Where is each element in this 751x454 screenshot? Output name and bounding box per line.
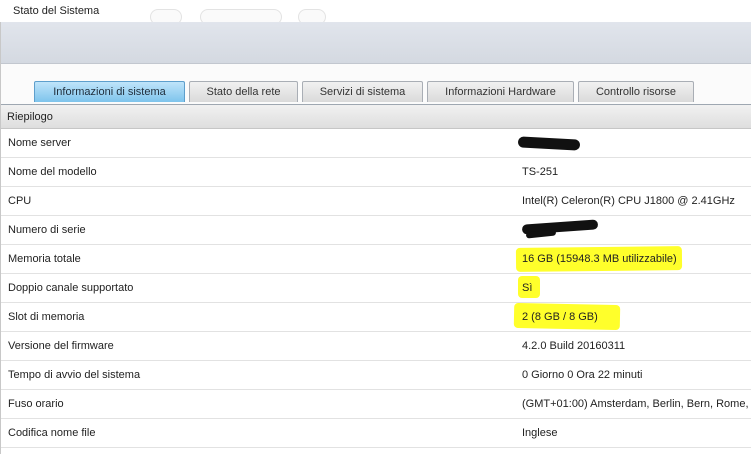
summary-table: Nome server Nome del modello TS-251 CPU … <box>1 129 751 448</box>
section-header-riepilogo: Riepilogo <box>1 105 751 129</box>
row-label: Slot di memoria <box>8 311 85 323</box>
row-value: Intel(R) Celeron(R) CPU J1800 @ 2.41GHz <box>522 195 735 207</box>
tab-servizi-di-sistema[interactable]: Servizi di sistema <box>302 81 423 102</box>
table-row: Fuso orario (GMT+01:00) Amsterdam, Berli… <box>1 390 751 419</box>
row-value: (GMT+01:00) Amsterdam, Berlin, Bern, Rom… <box>522 398 751 410</box>
row-label: Versione del firmware <box>8 340 114 352</box>
tab-informazioni-di-sistema[interactable]: Informazioni di sistema <box>34 81 185 102</box>
table-row: Numero di serie <box>1 216 751 245</box>
row-label: Codifica nome file <box>8 427 96 439</box>
header-band <box>1 22 751 64</box>
table-row: Doppio canale supportato Sì <box>1 274 751 303</box>
row-label: Doppio canale supportato <box>8 282 134 294</box>
row-value: Inglese <box>522 427 558 439</box>
row-label: Memoria totale <box>8 253 81 265</box>
row-label: Nome del modello <box>8 166 97 178</box>
tab-controllo-risorse[interactable]: Controllo risorse <box>578 81 694 102</box>
row-value: 2 (8 GB / 8 GB) <box>522 311 598 323</box>
section-title: Riepilogo <box>7 110 53 123</box>
row-label: Fuso orario <box>8 398 64 410</box>
table-row: Slot di memoria 2 (8 GB / 8 GB) <box>1 303 751 332</box>
row-label: CPU <box>8 195 32 207</box>
row-label: Nome server <box>8 137 71 149</box>
table-row: Memoria totale 16 GB (15948.3 MB utilizz… <box>1 245 751 274</box>
row-value: 0 Giorno 0 Ora 22 minuti <box>522 369 643 381</box>
table-row: Nome server <box>1 129 751 158</box>
table-row: Codifica nome file Inglese <box>1 419 751 448</box>
table-row: Nome del modello TS-251 <box>1 158 751 187</box>
row-value: 16 GB (15948.3 MB utilizzabile) <box>522 253 677 265</box>
tab-informazioni-hardware[interactable]: Informazioni Hardware <box>427 81 574 102</box>
tab-stato-della-rete[interactable]: Stato della rete <box>189 81 298 102</box>
window-titlebar: Stato del Sistema <box>0 0 751 25</box>
window-title: Stato del Sistema <box>13 5 100 17</box>
row-value: TS-251 <box>522 166 559 178</box>
row-value: 4.2.0 Build 20160311 <box>522 340 626 352</box>
row-label: Tempo di avvio del sistema <box>8 369 141 381</box>
table-row: Tempo di avvio del sistema 0 Giorno 0 Or… <box>1 361 751 390</box>
row-value: Sì <box>522 282 533 294</box>
table-row: Versione del firmware 4.2.0 Build 201603… <box>1 332 751 361</box>
row-label: Numero di serie <box>8 224 86 236</box>
table-row: CPU Intel(R) Celeron(R) CPU J1800 @ 2.41… <box>1 187 751 216</box>
